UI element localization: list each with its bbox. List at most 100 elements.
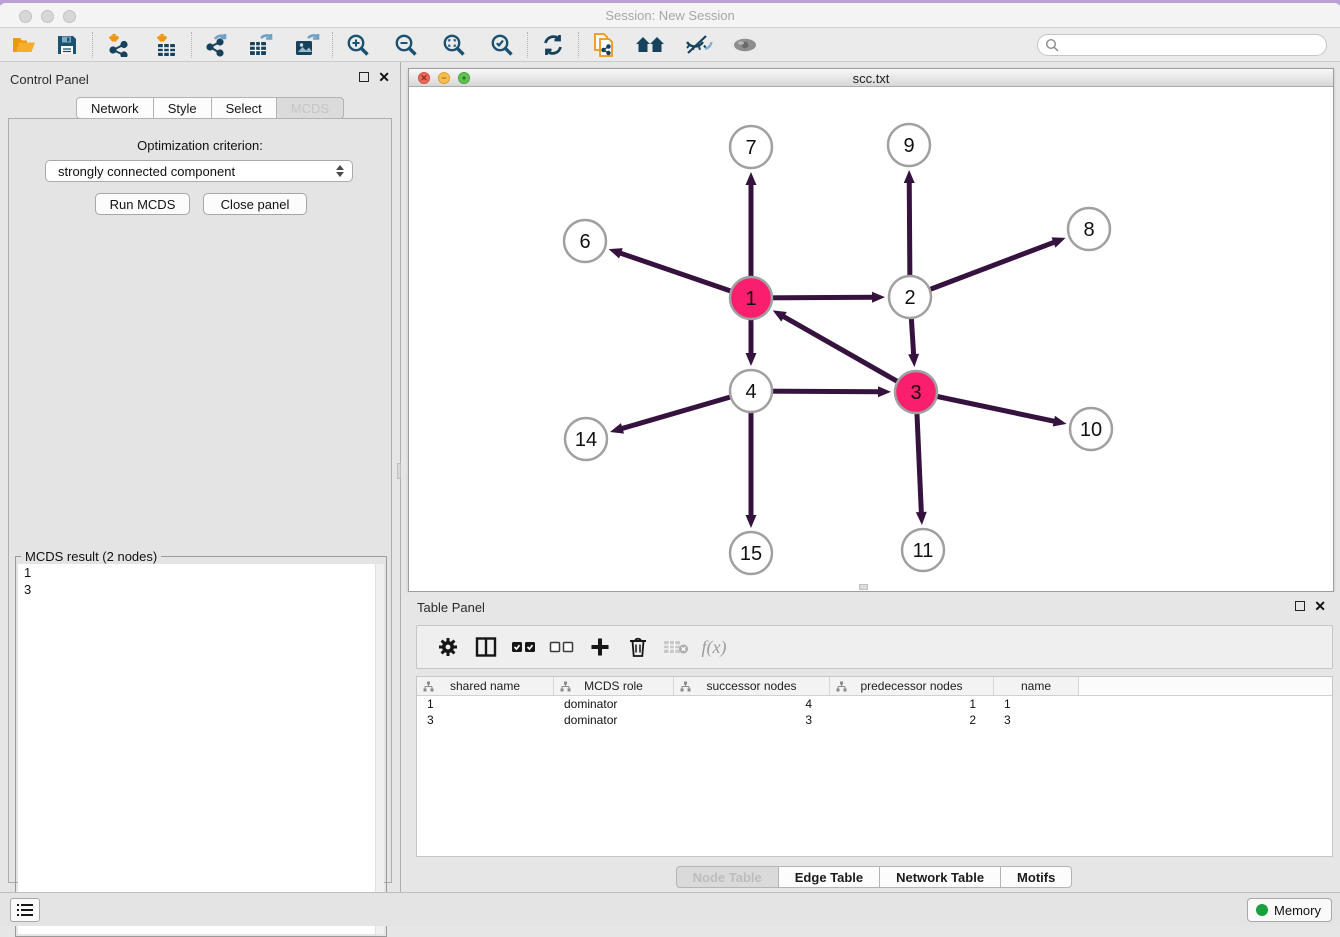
table-tab-motifs[interactable]: Motifs [1001,866,1072,888]
search-input[interactable] [1063,38,1313,52]
table-tab-network-table[interactable]: Network Table [880,866,1001,888]
mcds-result-node: 3 [18,581,384,598]
float-panel-icon[interactable] [359,72,369,82]
export-image-icon[interactable] [292,31,322,59]
table-cell[interactable]: dominator [554,712,674,728]
control-tab-network[interactable]: Network [76,97,154,119]
column-header-label: name [1021,679,1051,693]
dropdown-stepper-icon [336,165,344,177]
control-panel: Control Panel ✕ NetworkStyleSelectMCDS O… [0,62,401,892]
edge-arrowhead [916,512,927,525]
zoom-out-icon[interactable] [391,31,421,59]
delete-column-icon[interactable] [619,631,657,663]
network-canvas[interactable]: 7968124314101511 [409,87,1333,591]
graph-node-label: 15 [740,543,762,565]
control-tab-select[interactable]: Select [212,97,277,119]
main-toolbar [0,28,1340,62]
zoom-in-icon[interactable] [343,31,373,59]
column-header-predecessor-nodes[interactable]: predecessor nodes [830,677,994,695]
network-window-titlebar[interactable]: ✕ − + scc.txt [409,69,1333,87]
table-cell[interactable]: 2 [830,712,994,728]
table-row[interactable]: 1dominator411 [417,696,1332,712]
graph-node-label: 3 [910,382,921,404]
close-panel-icon[interactable]: ✕ [378,72,390,82]
select-all-icon[interactable] [505,631,543,663]
window-title: Session: New Session [0,8,1340,23]
table-cell[interactable]: 1 [994,696,1079,712]
table-cell[interactable]: 4 [674,696,830,712]
column-header-MCDS-role[interactable]: MCDS role [554,677,674,695]
apply-layout-icon[interactable] [538,31,568,59]
import-table-icon[interactable] [151,31,181,59]
open-session-icon[interactable] [8,31,38,59]
import-network-icon[interactable] [103,31,133,59]
show-selected-icon[interactable] [727,31,763,59]
edge-2-8[interactable] [910,242,1055,297]
function-builder-icon[interactable]: f(x) [695,631,733,663]
edge-arrowhead [746,172,757,185]
hierarchy-icon [836,681,847,692]
save-session-icon[interactable] [52,31,82,59]
memory-button[interactable]: Memory [1247,898,1332,922]
table-panel: Table Panel ✕ f(x) shared nameMCDS [408,592,1340,892]
graph-node-label: 4 [745,381,756,403]
graph-node-label: 6 [579,231,590,253]
graph-node-label: 10 [1080,419,1102,441]
zoom-selected-icon[interactable] [487,31,517,59]
mcds-result-list[interactable]: 13 [18,564,384,934]
delete-table-icon[interactable] [657,631,695,663]
table-tab-node-table[interactable]: Node Table [676,866,779,888]
column-header-label: shared name [450,679,520,693]
table-cell[interactable]: 3 [417,712,554,728]
table-cell[interactable]: 3 [674,712,830,728]
column-header-label: predecessor nodes [860,679,962,693]
mcds-result-group: MCDS result (2 nodes) 13 [15,556,387,937]
float-table-panel-icon[interactable] [1295,601,1305,611]
table-cell[interactable]: 3 [994,712,1079,728]
graph-node-label: 7 [745,137,756,159]
show-all-networks-icon[interactable] [633,31,669,59]
table-cell[interactable]: dominator [554,696,674,712]
hide-selected-icon[interactable] [681,31,717,59]
panel-splitter-handle[interactable] [397,463,401,479]
network-view-window: ✕ − + scc.txt 7968124314101511 [408,68,1334,592]
control-panel-title: Control Panel [10,72,89,87]
export-network-icon[interactable] [202,31,232,59]
column-header-label: MCDS role [584,679,643,693]
hierarchy-icon [680,681,691,692]
control-tab-mcds[interactable]: MCDS [277,97,344,119]
column-header-successor-nodes[interactable]: successor nodes [674,677,830,695]
control-panel-tabs: NetworkStyleSelectMCDS [76,97,344,119]
mcds-tab-content: Optimization criterion: strongly connect… [8,118,392,883]
control-tab-style[interactable]: Style [154,97,212,119]
close-panel-button[interactable]: Close panel [203,193,307,215]
task-history-button[interactable] [10,898,40,922]
unselect-all-icon[interactable] [543,631,581,663]
edge-arrowhead [609,248,623,258]
search-field[interactable] [1037,34,1327,56]
memory-status-icon [1256,904,1268,916]
column-header-name[interactable]: name [994,677,1079,695]
graph-node-label: 2 [904,287,915,309]
table-tab-edge-table[interactable]: Edge Table [779,866,880,888]
table-row[interactable]: 3dominator323 [417,712,1332,728]
result-scrollbar[interactable] [375,564,384,934]
optimization-criterion-select[interactable]: strongly connected component [45,160,353,182]
table-cell[interactable]: 1 [830,696,994,712]
edge-3-1[interactable] [782,316,916,392]
network-resize-grip[interactable] [859,584,868,590]
zoom-fit-icon[interactable] [439,31,469,59]
close-table-panel-icon[interactable]: ✕ [1314,601,1326,611]
status-bar: Memory [0,892,1340,926]
hierarchy-icon [560,681,571,692]
table-cell[interactable]: 1 [417,696,554,712]
add-column-icon[interactable] [581,631,619,663]
clone-network-icon[interactable] [589,31,619,59]
table-settings-icon[interactable] [429,631,467,663]
split-panel-icon[interactable] [467,631,505,663]
run-mcds-button[interactable]: Run MCDS [95,193,190,215]
table-tabs: Node TableEdge TableNetwork TableMotifs [408,866,1340,888]
optimization-criterion-label: Optimization criterion: [9,138,391,153]
column-header-shared-name[interactable]: shared name [417,677,554,695]
export-table-icon[interactable] [246,31,276,59]
